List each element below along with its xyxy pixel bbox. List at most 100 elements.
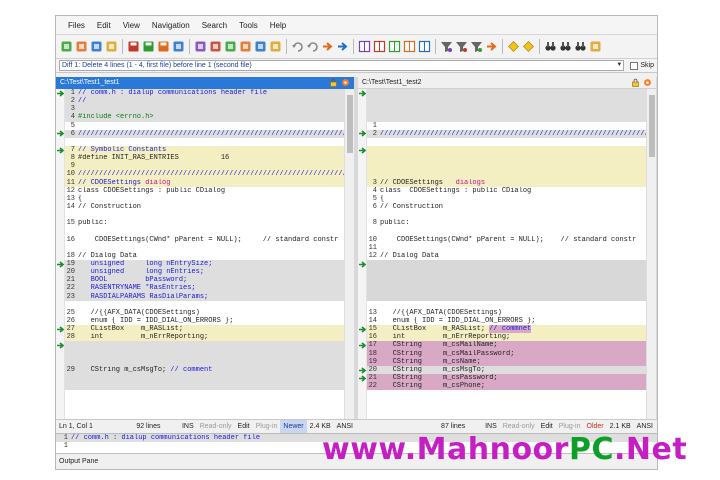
diff-marker-icon[interactable] — [359, 261, 366, 268]
refresh-icon[interactable] — [75, 40, 88, 53]
line-number — [367, 284, 380, 292]
text-icon[interactable] — [224, 40, 237, 53]
filter-icon[interactable] — [440, 40, 453, 53]
options-icon[interactable] — [341, 78, 350, 87]
left-pane-body[interactable]: 1// comm.h : dialup communications heade… — [56, 89, 354, 419]
up-arrow-icon[interactable] — [485, 40, 498, 53]
diff-marker-icon[interactable] — [57, 146, 64, 154]
line-code: #include <errno.h> — [78, 113, 344, 121]
rescan-icon[interactable] — [589, 40, 602, 53]
open-file-icon[interactable] — [105, 40, 118, 53]
code-token: // Construction — [78, 202, 142, 211]
zoom-icon[interactable] — [269, 40, 282, 53]
code-line — [367, 284, 646, 293]
code-line: 2///////////////////////////////////////… — [367, 129, 646, 138]
code-line: 19 unsigned long nEntrySize; — [65, 259, 344, 269]
diff-marker-icon[interactable] — [57, 89, 64, 97]
open-folder-icon[interactable] — [90, 40, 103, 53]
view-diff-icon[interactable] — [418, 40, 431, 53]
lock-icon[interactable] — [631, 78, 640, 87]
filter-right-icon[interactable] — [470, 40, 483, 53]
diff-marker-icon[interactable] — [359, 146, 366, 154]
left-code-lines[interactable]: 1// comm.h : dialup communications heade… — [65, 89, 344, 419]
current-diff-selector[interactable]: Diff 1: Delete 4 lines (1 - 4, first fil… — [59, 60, 625, 71]
view-left-icon[interactable] — [358, 40, 371, 53]
code-token: ////////////////////////////////////////… — [380, 129, 646, 138]
code-line — [367, 105, 646, 114]
diff-marker-icon[interactable] — [57, 261, 64, 268]
line-number: 5 — [70, 121, 75, 130]
binoculars-next-icon[interactable] — [559, 40, 572, 53]
merge-left-icon[interactable] — [336, 40, 349, 53]
left-readonly-status: Read-only — [199, 423, 232, 430]
code-token: CListBox m_RASList; — [380, 325, 490, 334]
lock-icon[interactable] — [329, 78, 338, 87]
diff-marker-icon[interactable] — [359, 342, 366, 349]
find-icon[interactable] — [172, 40, 185, 53]
view-grid-icon[interactable] — [403, 40, 416, 53]
line-number — [367, 89, 380, 97]
right-scroll-thumb[interactable] — [649, 95, 655, 157]
edit-icon[interactable] — [194, 40, 207, 53]
diff-marker-icon[interactable] — [57, 130, 64, 137]
line-code: RASDIALPARAMS RasDialParams; — [78, 293, 344, 301]
line-number: 3 — [70, 105, 75, 114]
copy-text-icon[interactable] — [239, 40, 252, 53]
first-diff-icon[interactable] — [507, 40, 520, 53]
redo-icon[interactable] — [306, 40, 319, 53]
menu-view[interactable]: View — [117, 16, 146, 35]
code-line: 19 CString m_csName; — [367, 357, 646, 366]
prev-diff-icon[interactable] — [522, 40, 535, 53]
diff-marker-icon[interactable] — [57, 326, 64, 333]
right-marker-gutter — [358, 89, 367, 419]
view-both-icon[interactable] — [388, 40, 401, 53]
line-number: 15 — [66, 219, 75, 228]
binoculars-prev-icon[interactable] — [574, 40, 587, 53]
diff-marker-icon[interactable] — [359, 366, 366, 374]
binoculars-icon[interactable] — [544, 40, 557, 53]
right-vertical-scrollbar[interactable] — [646, 89, 656, 419]
menu-tools[interactable]: Tools — [233, 16, 264, 35]
view-right-icon[interactable] — [373, 40, 386, 53]
menu-files[interactable]: Files — [62, 16, 91, 35]
left-vertical-scrollbar[interactable] — [344, 89, 354, 419]
chevron-down-icon[interactable]: ▼ — [616, 61, 622, 70]
code-token: CString m_csPassword; — [380, 373, 498, 382]
line-number: 7 — [70, 145, 75, 154]
undo-icon[interactable] — [291, 40, 304, 53]
diff-marker-icon[interactable] — [359, 130, 366, 137]
print-icon[interactable] — [254, 40, 267, 53]
skip-checkbox-box[interactable] — [630, 61, 639, 70]
save-right-icon[interactable] — [157, 40, 170, 53]
filter-left-icon[interactable] — [455, 40, 468, 53]
left-scroll-thumb[interactable] — [347, 95, 353, 153]
line-code: CDOESettings(CWnd* pParent = NULL); // s… — [78, 236, 344, 244]
new-session-icon[interactable] — [60, 40, 73, 53]
diff-marker-icon[interactable] — [359, 89, 366, 97]
options-icon[interactable] — [643, 78, 652, 87]
watermark-part-a: www. — [322, 432, 417, 467]
right-pane-body[interactable]: 1 2//////////////////////////////////////… — [358, 89, 656, 419]
menu-navigation[interactable]: Navigation — [146, 16, 196, 35]
code-token: ////////////////////////////////////////… — [78, 170, 344, 179]
diff-marker-icon[interactable] — [359, 375, 366, 382]
edit-right-icon[interactable] — [209, 40, 222, 53]
menu-help[interactable]: Help — [264, 16, 292, 35]
diff-marker-icon[interactable] — [57, 342, 64, 349]
right-code-lines[interactable]: 1 2//////////////////////////////////////… — [367, 89, 646, 419]
save-icon[interactable] — [127, 40, 140, 53]
merge-right-icon[interactable] — [321, 40, 334, 53]
toolbar-separator — [122, 39, 123, 54]
save-left-icon[interactable] — [142, 40, 155, 53]
menu-edit[interactable]: Edit — [91, 16, 117, 35]
menu-search[interactable]: Search — [196, 16, 233, 35]
code-line: 1 — [367, 121, 646, 130]
skip-checkbox[interactable]: Skip — [630, 61, 654, 70]
diff-marker-icon[interactable] — [359, 326, 366, 333]
code-token: // comm.h : dialup communications header… — [78, 89, 268, 97]
code-line: 1// comm.h : dialup communications heade… — [65, 89, 344, 98]
